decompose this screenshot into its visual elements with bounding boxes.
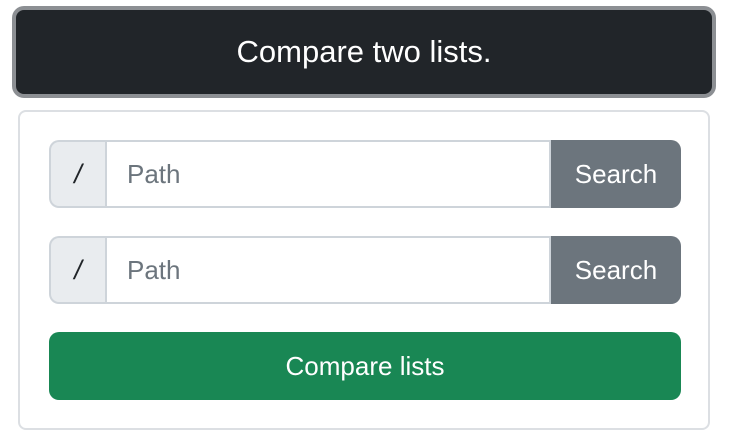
path-prefix-2: / xyxy=(49,236,105,304)
path-input-1[interactable] xyxy=(105,140,551,208)
path-prefix-1: / xyxy=(49,140,105,208)
search-button-2[interactable]: Search xyxy=(551,236,681,304)
page-title-banner: Compare two lists. xyxy=(12,6,716,98)
compare-lists-button[interactable]: Compare lists xyxy=(49,332,681,400)
path-input-group-2: / Search xyxy=(49,236,681,304)
compare-form-card: / Search / Search Compare lists xyxy=(18,110,710,430)
search-button-1[interactable]: Search xyxy=(551,140,681,208)
path-input-2[interactable] xyxy=(105,236,551,304)
path-input-group-1: / Search xyxy=(49,140,681,208)
page-title: Compare two lists. xyxy=(236,34,492,69)
